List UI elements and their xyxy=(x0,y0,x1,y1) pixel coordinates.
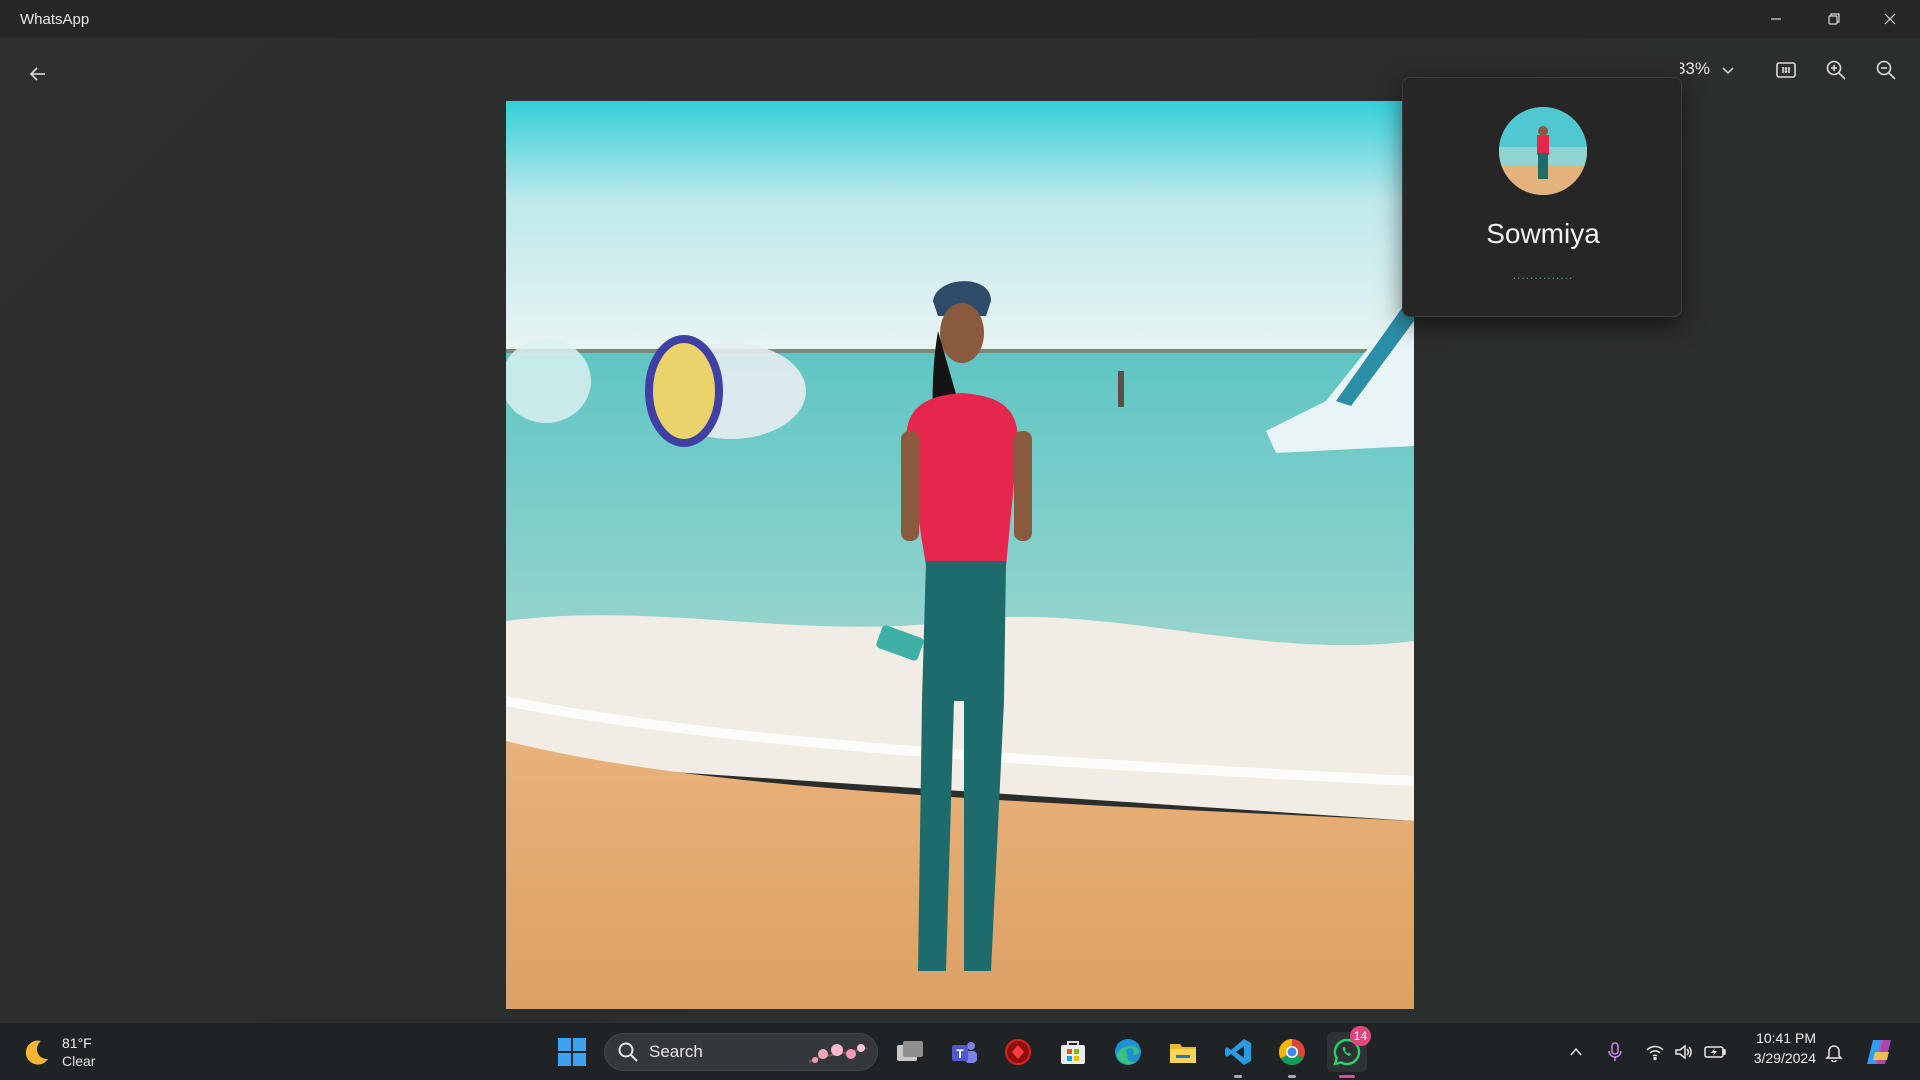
clock-time: 10:41 PM xyxy=(1756,1030,1816,1046)
whatsapp-button[interactable]: 14 xyxy=(1327,1026,1371,1078)
task-view-icon xyxy=(897,1041,923,1061)
minimize-icon xyxy=(1771,18,1781,20)
actual-size-icon xyxy=(1776,62,1796,78)
teams-icon: T xyxy=(952,1042,977,1063)
minimize-button[interactable] xyxy=(1748,0,1804,38)
taskbar: 81°F Clear Search T 14 10:41 PM 3/29/202… xyxy=(0,1022,1920,1080)
show-hidden-icons-button[interactable] xyxy=(1564,1040,1588,1064)
back-button[interactable] xyxy=(22,58,54,90)
running-indicator xyxy=(1288,1075,1296,1078)
edge-icon xyxy=(1115,1039,1141,1065)
search-icon xyxy=(618,1042,638,1062)
wifi-icon xyxy=(1646,1045,1664,1061)
chrome-icon xyxy=(1278,1038,1305,1066)
red-app-button[interactable] xyxy=(998,1032,1038,1072)
clock-date: 3/29/2024 xyxy=(1753,1050,1816,1066)
contact-popup: Sowmiya .............. xyxy=(1402,77,1682,317)
copilot-icon xyxy=(1867,1040,1891,1064)
zoom-out-button[interactable] xyxy=(1868,52,1904,88)
restore-icon xyxy=(1828,13,1840,25)
close-icon xyxy=(1884,13,1896,25)
clock[interactable]: 10:41 PM 3/29/2024 xyxy=(1740,1030,1816,1066)
taskbar-search[interactable]: Search xyxy=(604,1033,878,1071)
microphone-icon xyxy=(1608,1042,1622,1061)
chrome-button[interactable] xyxy=(1272,1032,1312,1078)
vscode-icon xyxy=(1225,1039,1251,1065)
bell-icon xyxy=(1825,1045,1843,1062)
running-indicator xyxy=(1234,1075,1242,1078)
battery-button[interactable] xyxy=(1703,1040,1727,1064)
folder-icon xyxy=(1170,1044,1196,1063)
zoom-level[interactable]: 33% xyxy=(1680,59,1710,79)
close-button[interactable] xyxy=(1862,0,1918,38)
chevron-up-icon xyxy=(1570,1047,1582,1056)
moon-icon xyxy=(25,1040,48,1065)
file-explorer-button[interactable] xyxy=(1163,1032,1203,1072)
wifi-button[interactable] xyxy=(1643,1040,1667,1064)
avatar[interactable] xyxy=(1499,107,1587,195)
contact-name: Sowmiya xyxy=(1486,218,1600,249)
volume-icon xyxy=(1675,1044,1692,1060)
status-indicator: .............. xyxy=(1512,268,1574,282)
microphone-button[interactable] xyxy=(1603,1040,1627,1064)
media-viewer: 33% Sowmiya .............. xyxy=(0,38,1920,1022)
actual-size-button[interactable] xyxy=(1768,52,1804,88)
search-placeholder: Search xyxy=(649,1042,703,1061)
zoom-out-icon xyxy=(1876,60,1896,80)
teams-button[interactable]: T xyxy=(944,1032,984,1072)
store-icon xyxy=(1061,1041,1085,1064)
cherry-blossom-icon xyxy=(808,1044,868,1063)
restore-button[interactable] xyxy=(1806,0,1862,38)
volume-button[interactable] xyxy=(1672,1040,1696,1064)
red-app-icon xyxy=(1005,1039,1031,1065)
unread-badge: 14 xyxy=(1349,1026,1371,1046)
photo-image xyxy=(506,101,1414,1009)
avatar-image xyxy=(1499,107,1587,195)
start-button[interactable] xyxy=(552,1032,592,1072)
weather-temperature: 81°F xyxy=(62,1035,92,1051)
svg-text:T: T xyxy=(956,1047,964,1061)
chevron-down-icon xyxy=(1722,67,1734,75)
notifications-button[interactable] xyxy=(1822,1040,1846,1064)
title-bar: WhatsApp xyxy=(0,0,1920,38)
microsoft-store-button[interactable] xyxy=(1053,1032,1093,1072)
weather-condition: Clear xyxy=(62,1053,96,1069)
battery-charging-icon xyxy=(1704,1046,1726,1058)
zoom-in-button[interactable] xyxy=(1818,52,1854,88)
zoom-in-icon xyxy=(1826,60,1846,80)
active-indicator xyxy=(1339,1075,1355,1078)
windows-icon xyxy=(558,1038,586,1066)
beach-photo xyxy=(506,101,1414,1009)
zoom-dropdown[interactable] xyxy=(1718,60,1738,80)
weather-widget[interactable]: 81°F Clear xyxy=(22,1031,95,1073)
app-title: WhatsApp xyxy=(20,11,90,28)
vscode-button[interactable] xyxy=(1218,1032,1258,1078)
task-view-button[interactable] xyxy=(890,1032,930,1072)
copilot-button[interactable] xyxy=(1862,1035,1896,1069)
edge-button[interactable] xyxy=(1108,1032,1148,1072)
arrow-left-icon xyxy=(29,67,45,81)
